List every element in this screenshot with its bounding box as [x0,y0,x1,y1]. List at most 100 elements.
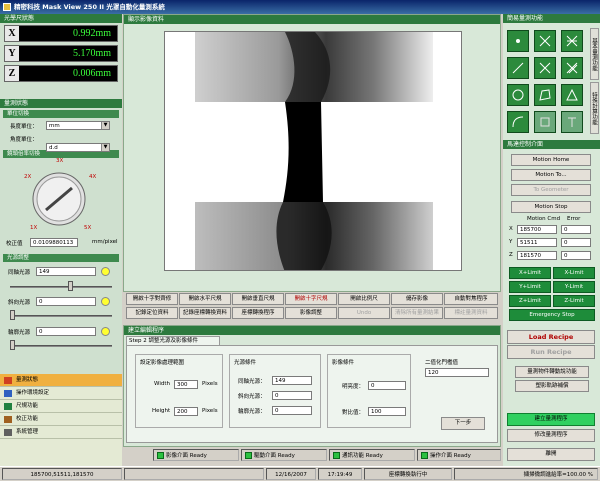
motion-cmd-x[interactable]: 185700 [517,225,557,234]
y-plus-limit[interactable]: Y+Limit [509,281,551,293]
circle-tool-icon[interactable] [507,84,529,106]
btn-record-transform[interactable]: 記錄座標轉換資料 [179,307,231,319]
light-label-contour: 輪廓光源 [8,330,31,336]
slider-thumb[interactable] [68,281,73,291]
recipe-contour-field[interactable]: 0 [272,406,312,415]
camera-view[interactable] [164,31,462,271]
nav-item-system[interactable]: 系統管理 [0,426,122,439]
motion-err-y[interactable]: 0 [561,238,591,247]
nav-item-measure-status[interactable]: 量測狀態 [0,374,122,387]
btn-undo[interactable]: Undo [338,307,390,319]
coord-row-y: Y 5.170mm [4,45,118,62]
line-tool-icon[interactable] [507,57,529,79]
status-empty-1 [124,468,264,480]
status-tab-image[interactable]: 影像介面 Ready [153,449,239,461]
motion-stop-button[interactable]: Motion Stop [511,201,591,213]
z-minus-limit[interactable]: Z-Limit [553,295,595,307]
length-unit-label: 長度單位： [10,124,38,130]
btn-transform-procedure[interactable]: 座標轉換程序 [232,307,284,319]
z-plus-limit[interactable]: Z+Limit [509,295,551,307]
btn-record-position[interactable]: 記錄定位資料 [126,307,178,319]
light-group-title: 光源條件 [234,360,257,366]
light-field-coaxial[interactable]: 149 [36,267,96,276]
slider-thumb[interactable] [10,310,15,320]
motion-home-button[interactable]: Motion Home [511,154,591,166]
btn-clear-results[interactable]: 清除所有量測結果 [391,307,443,319]
text-tool-icon[interactable] [561,111,583,133]
motion-cmd-y[interactable]: 51511 [517,238,557,247]
btn-crosshair-align[interactable]: 開啟十字對齊修 [126,293,178,305]
btn-save-image[interactable]: 儲存影像 [391,293,443,305]
nav-item-ruler[interactable]: 尺規功能 [0,400,122,413]
coord-value-x: 0.992mm [72,28,111,39]
lens-dial-knob[interactable] [24,164,94,234]
light-slider-contour[interactable] [10,345,112,347]
status-tab-operation[interactable]: 操作介面 Ready [417,449,501,461]
next-step-button[interactable]: 下一步 [441,417,485,430]
btn-horizontal-ruler[interactable]: 開啟水平尺規 [179,293,231,305]
intersect-tool-icon[interactable] [561,30,583,52]
lens-dial-area: 3X 2X 4X 1X 5X [0,158,122,236]
motion-err-z[interactable]: 0 [561,251,591,260]
light-slider-coaxial[interactable] [10,286,112,288]
light-field-contour[interactable]: 0 [36,327,96,336]
btn-cross-ruler[interactable]: 開啟十字尺規 [285,293,337,305]
point-tool-icon[interactable] [507,30,529,52]
light-slider-oblique[interactable] [10,315,112,317]
load-recipe-button[interactable]: Load Recipe [507,330,595,344]
angle-unit-select[interactable]: d.d ▼ [46,143,110,152]
image-panel-header: 顯示影像資料 [124,15,500,24]
to-geometer-button[interactable]: To Geometer [511,184,591,196]
height-field[interactable]: 200 [174,407,198,416]
emergency-stop-button[interactable]: Emergency Stop [509,309,595,321]
angle-tool-icon[interactable] [534,57,556,79]
status-tab-drive[interactable]: 驅動介面 Ready [241,449,327,461]
light-group: 光源條件 同軸光源： 149 斜向光源： 0 輪廓光源： 0 [229,354,321,428]
nav-item-calibration[interactable]: 校正功能 [0,413,122,426]
triangle-tool-icon[interactable] [561,84,583,106]
region-tool-icon[interactable] [534,111,556,133]
rotation-function-button[interactable]: 量測物件轉動說功能 [515,366,589,378]
polygon-tool-icon[interactable] [534,84,556,106]
contrast-field[interactable]: 100 [368,407,406,416]
brightness-field[interactable]: 0 [368,381,406,390]
edit-program-button[interactable]: 修改量測程序 [507,429,595,442]
btn-annotate[interactable]: 標註量測資料 [444,307,498,319]
binary-field[interactable]: 120 [425,368,489,377]
length-unit-select[interactable]: mm ▼ [46,121,110,130]
btn-scale-bar[interactable]: 開啟比例尺 [338,293,390,305]
btn-image-adjust[interactable]: 影像調整 [285,307,337,319]
x-minus-limit[interactable]: X-Limit [553,267,595,279]
light-field-oblique[interactable]: 0 [36,297,96,306]
width-field[interactable]: 300 [174,380,198,389]
x-plus-limit[interactable]: X+Limit [509,267,551,279]
run-recipe-button[interactable]: Run Recipe [507,345,595,359]
multi-line-tool-icon[interactable] [561,57,583,79]
coord-row-x: X 0.992mm [4,25,118,42]
recipe-contour-label: 輪廓光源： [238,409,266,415]
calib-field[interactable]: 0.0109880113 [30,238,78,247]
motion-to-button[interactable]: Motion To... [511,169,591,181]
create-program-button[interactable]: 建立量測程序 [507,413,595,426]
tab-step2[interactable]: Step 2 調整光源及影像條件 [126,336,220,345]
motion-err-x[interactable]: 0 [561,225,591,234]
app-icon [3,3,11,11]
y-minus-limit[interactable]: Y-Limit [553,281,595,293]
cross-point-tool-icon[interactable] [534,30,556,52]
exit-button[interactable]: 離開 [507,448,595,461]
status-tab-comm[interactable]: 通訊功能 Ready [329,449,415,461]
trajectory-compensation-button[interactable]: 塑影軌跡補償 [515,380,589,392]
chevron-down-icon: ▼ [101,144,109,151]
tab-special-calc[interactable]: 特殊計算功能 [590,82,599,134]
slider-thumb[interactable] [10,340,15,350]
calib-row: 校正值 0.0109880113 mm/pixel [0,236,122,250]
system-icon [4,429,12,436]
btn-vertical-ruler[interactable]: 開啟垂直尺規 [232,293,284,305]
btn-autofocus[interactable]: 自動對焦程序 [444,293,498,305]
tab-basic-measure[interactable]: 基本量測功能 [590,28,599,80]
motion-cmd-z[interactable]: 181570 [517,251,557,260]
nav-item-environment[interactable]: 操作環境設定 [0,387,122,400]
arc-tool-icon[interactable] [507,111,529,133]
recipe-coaxial-field[interactable]: 149 [272,376,312,385]
recipe-oblique-field[interactable]: 0 [272,391,312,400]
